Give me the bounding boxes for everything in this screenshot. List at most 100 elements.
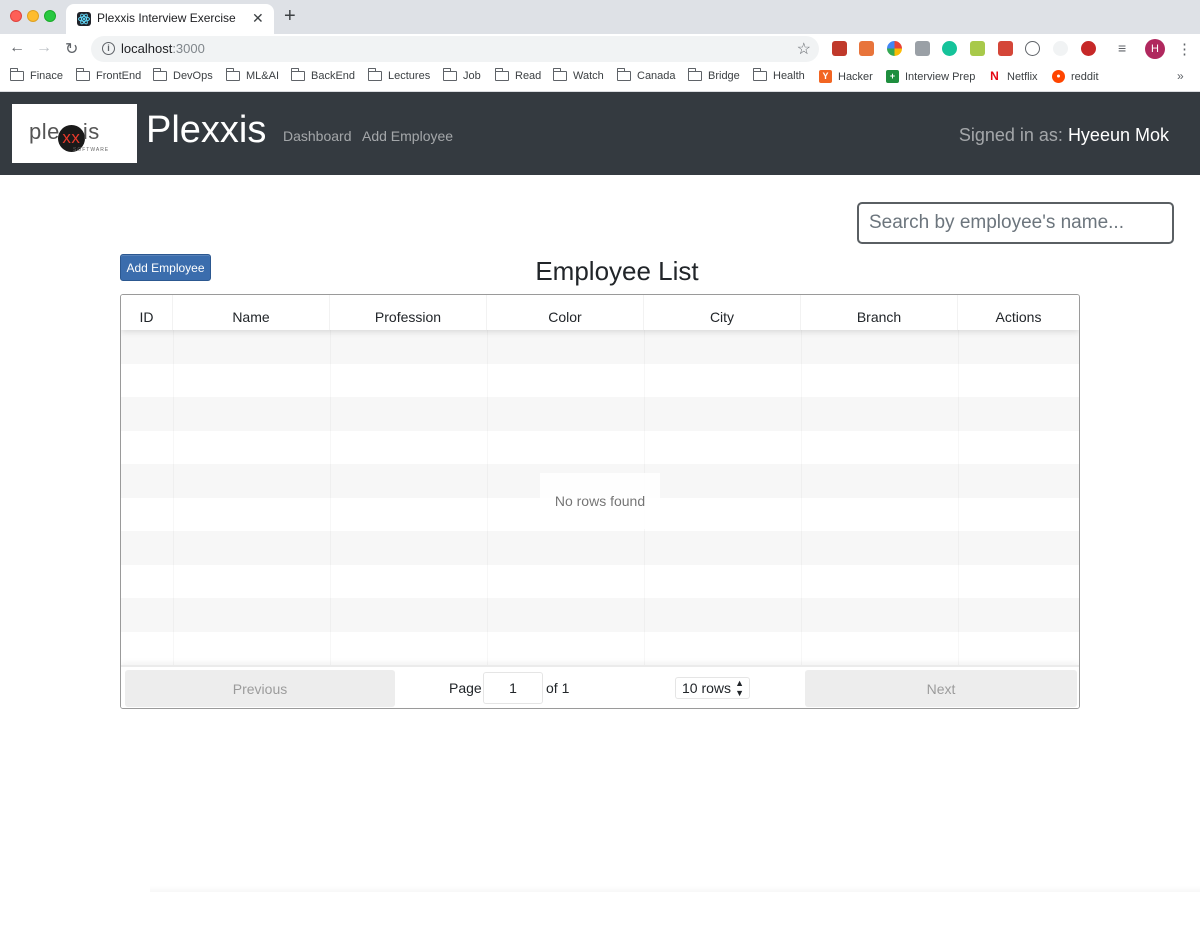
rows-per-page-select[interactable]: 10 rows ▲ ▼ [675,677,750,699]
bookmark-folder[interactable]: Read [495,68,541,82]
bookmark-folder[interactable]: ML&AI [226,68,279,82]
table-row [121,397,1079,431]
folder-icon [443,68,457,81]
folder-icon [753,68,767,81]
sheets-icon: + [886,70,899,83]
extension-icon[interactable] [887,41,902,56]
table-row [121,632,1079,666]
browser-menu-icon[interactable]: ⋮ [1177,40,1192,58]
column-header-profession[interactable]: Profession [330,295,487,330]
back-arrow-icon[interactable]: ← [9,39,25,57]
bookmark-folder[interactable]: FrontEnd [76,68,141,82]
close-tab-icon[interactable]: ✕ [252,10,264,27]
info-icon[interactable]: i [102,42,115,55]
folder-icon [153,68,167,81]
bookmark-folder[interactable]: Health [753,68,805,82]
folder-icon [76,68,90,81]
reading-list-icon[interactable]: ≡ [1118,40,1126,56]
extension-icon[interactable] [915,41,930,56]
new-tab-button[interactable]: + [284,5,296,28]
minimize-window-button[interactable] [27,10,39,22]
bookmark-folder[interactable]: Watch [553,68,604,82]
table-row [121,598,1079,632]
forward-arrow-icon[interactable]: → [36,39,52,57]
grammarly-icon[interactable] [942,41,957,56]
browser-tab-bar: Plexxis Interview Exercise ✕ + [0,0,1200,34]
browser-tab[interactable]: Plexxis Interview Exercise ✕ [66,4,274,34]
extension-icon[interactable] [998,41,1013,56]
bookmark-reddit[interactable]: ● reddit [1052,70,1099,83]
page-bottom-shadow [150,886,1200,892]
folder-icon [226,68,240,81]
table-row [121,330,1079,364]
more-bookmarks-icon[interactable]: » [1177,69,1184,83]
bookmark-folder[interactable]: Lectures [368,68,430,82]
reload-icon[interactable]: ↻ [65,39,78,59]
bookmark-folder[interactable]: DevOps [153,68,213,82]
bookmark-folder[interactable]: Bridge [688,68,740,82]
profile-avatar[interactable]: H [1145,39,1165,59]
bookmark-hacker-news[interactable]: Y Hacker [819,70,873,83]
column-divider [958,330,959,665]
column-divider [330,330,331,665]
folder-icon [495,68,509,81]
close-window-button[interactable] [10,10,22,22]
address-bar[interactable]: i localhost:3000 ☆ [91,36,819,62]
table-row [121,565,1079,599]
bookmark-folder[interactable]: Finace [10,68,63,82]
brand-title[interactable]: Plexxis [146,111,266,149]
table-row [121,431,1079,465]
user-name: Hyeeun Mok [1067,125,1169,145]
netflix-icon: N [990,69,999,83]
extension-icon[interactable] [1081,41,1096,56]
url-text: localhost:3000 [121,41,205,56]
add-employee-button[interactable]: Add Employee [120,254,211,281]
signed-in-status: Signed in as: Hyeeun Mok [958,125,1169,145]
select-arrows-icon: ▲ ▼ [735,678,744,698]
page-number-input[interactable] [483,672,543,704]
bookmark-interview-prep[interactable]: + Interview Prep [886,70,975,83]
table-row [121,531,1079,565]
table-row [121,364,1079,398]
column-divider [801,330,802,665]
bookmark-netflix[interactable]: N Netflix [988,69,1037,83]
column-header-actions[interactable]: Actions [958,295,1079,330]
plexxis-logo[interactable]: ple xx is SOFTWARE [12,104,137,163]
column-header-name[interactable]: Name [173,295,330,330]
extension-icon[interactable] [832,41,847,56]
page-label: Page [449,680,482,696]
bookmark-folder[interactable]: BackEnd [291,68,355,82]
folder-icon [617,68,631,81]
bookmark-star-icon[interactable]: ☆ [797,39,811,59]
bookmarks-bar: Finace FrontEnd DevOps ML&AI BackEnd Lec… [0,64,1200,92]
extension-icon[interactable] [1025,41,1040,56]
extension-icon[interactable] [970,41,985,56]
search-input[interactable] [857,202,1174,244]
column-divider [487,330,488,665]
tab-title: Plexxis Interview Exercise [97,11,236,25]
column-header-city[interactable]: City [644,295,801,330]
next-page-button[interactable]: Next [805,670,1077,707]
column-header-color[interactable]: Color [487,295,644,330]
folder-icon [10,68,24,81]
bookmark-folder[interactable]: Job [443,68,481,82]
extension-icon[interactable] [859,41,874,56]
column-divider [173,330,174,665]
page-title: Employee List [535,256,699,286]
table-header: ID Name Profession Color City Branch Act… [121,295,1079,330]
previous-page-button[interactable]: Previous [125,670,395,707]
folder-icon [368,68,382,81]
extension-icon[interactable] [1053,41,1068,56]
reddit-icon: ● [1052,70,1065,83]
react-icon [77,12,91,26]
no-rows-message: No rows found [540,473,660,529]
pagination-bar: Previous Page of 1 10 rows ▲▼ Next [121,665,1079,708]
browser-toolbar: ← → ↻ i localhost:3000 ☆ ≡ H ⋮ [0,34,1200,64]
bookmark-folder[interactable]: Canada [617,68,676,82]
nav-link-add-employee[interactable]: Add Employee [362,128,453,144]
column-header-id[interactable]: ID [121,295,173,330]
nav-link-dashboard[interactable]: Dashboard [283,128,352,144]
column-header-branch[interactable]: Branch [801,295,958,330]
maximize-window-button[interactable] [44,10,56,22]
logo-subtitle: SOFTWARE [73,147,110,153]
